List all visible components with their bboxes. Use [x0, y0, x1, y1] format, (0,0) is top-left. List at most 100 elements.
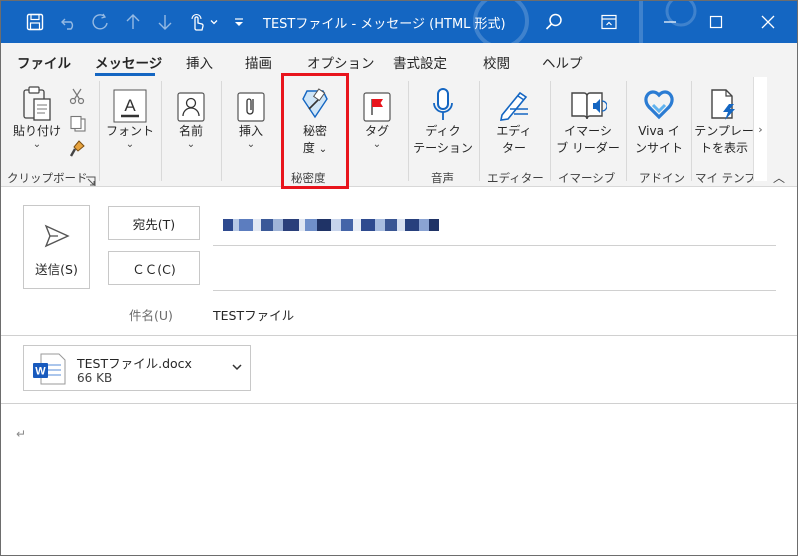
addins-group-label: アドイン: [639, 171, 685, 185]
ribbon-separator: [408, 81, 409, 181]
font-button[interactable]: A フォント ⌄: [103, 81, 157, 150]
voice-group-label: 音声: [431, 171, 454, 185]
attachment-size: 66 KB: [77, 371, 113, 385]
customize-toolbar-icon[interactable]: [231, 11, 247, 33]
tab-insert[interactable]: 挿入: [186, 52, 213, 72]
names-button[interactable]: 名前 ⌄: [165, 81, 217, 150]
svg-text:A: A: [124, 96, 136, 115]
viva-insights-icon: [641, 81, 677, 123]
search-icon[interactable]: [541, 11, 567, 33]
paragraph-mark: ↵: [16, 427, 27, 441]
view-templates-button[interactable]: テンプレー トを表示: [694, 81, 754, 157]
message-body[interactable]: [1, 405, 797, 555]
templates-icon: [708, 81, 740, 123]
attachment-card[interactable]: W TESTファイル.docx 66 KB: [23, 345, 251, 391]
ribbon-separator: [479, 81, 480, 181]
tab-help[interactable]: ヘルプ: [542, 52, 583, 72]
touch-mode-icon[interactable]: [185, 11, 209, 33]
active-tab-indicator: [95, 73, 155, 76]
cc-button[interactable]: ＣＣ(C): [108, 251, 200, 285]
editor-group-label: エディター: [487, 171, 544, 185]
ribbon-scroll-right-button[interactable]: ›: [753, 77, 767, 181]
subject-label: 件名(U): [129, 308, 173, 323]
immersive-reader-icon: [569, 81, 607, 123]
viva-insights-label-line1: Viva イ: [638, 124, 680, 138]
maximize-button[interactable]: [693, 1, 739, 43]
tab-file[interactable]: ファイル: [17, 52, 71, 72]
arrow-up-icon[interactable]: [121, 11, 145, 33]
editor-button[interactable]: エディ ター: [483, 81, 545, 157]
svg-text:W: W: [35, 366, 46, 378]
close-icon: [761, 15, 775, 29]
cc-input-field[interactable]: [213, 253, 776, 289]
tags-button[interactable]: タグ ⌄: [353, 81, 401, 150]
microphone-icon: [430, 81, 456, 123]
to-recipient-field[interactable]: [223, 219, 449, 231]
undo-icon[interactable]: [57, 11, 81, 33]
viva-insights-label-line2: ンサイト: [634, 141, 683, 155]
window-title: TESTファイル - メッセージ (HTML 形式): [263, 17, 506, 32]
my-templates-group-label: マイ テンプ: [695, 171, 756, 185]
send-button[interactable]: 送信(S): [23, 205, 90, 289]
names-dropdown-icon: ⌄: [186, 139, 196, 150]
immersive-group-label: イマーシブ: [558, 171, 616, 185]
immersive-reader-button[interactable]: イマーシ ブ リーダー: [554, 81, 622, 157]
ribbon-separator: [161, 81, 162, 181]
viva-insights-button[interactable]: Viva イ ンサイト: [630, 81, 688, 157]
ribbon-tab-bar: ファイル メッセージ 挿入 描画 オプション 書式設定 校閲 ヘルプ: [1, 43, 797, 77]
touch-mode-dropdown-icon[interactable]: [207, 11, 221, 33]
insert-dropdown-icon: ⌄: [246, 139, 256, 150]
send-icon: [44, 224, 70, 248]
chevron-right-icon: ›: [758, 122, 763, 136]
editor-label-line2: ター: [501, 141, 526, 155]
ribbon: 貼り付け ⌄ クリップボード A フォント ⌄ 名前 ⌄ 挿入 ⌄ 秘密 度 ⌄…: [1, 77, 797, 187]
send-label: 送信(S): [35, 262, 78, 277]
tab-format[interactable]: 書式設定: [393, 52, 447, 72]
paste-button[interactable]: 貼り付け ⌄: [9, 81, 65, 150]
font-dropdown-icon: ⌄: [125, 139, 135, 150]
arrow-down-icon[interactable]: [153, 11, 177, 33]
copy-icon[interactable]: [69, 115, 87, 137]
minimize-icon: [664, 21, 676, 23]
paperclip-icon: [236, 81, 266, 123]
editor-pen-icon: [496, 81, 532, 123]
tab-draw[interactable]: 描画: [245, 52, 272, 72]
editor-label-line1: エディ: [496, 124, 532, 138]
font-icon: A: [113, 81, 147, 123]
insert-button[interactable]: 挿入 ⌄: [225, 81, 277, 150]
minimize-button[interactable]: [647, 1, 693, 43]
close-button[interactable]: [745, 1, 791, 43]
dialog-launcher-icon[interactable]: [85, 172, 96, 191]
paste-dropdown-icon[interactable]: ⌄: [33, 140, 41, 150]
templates-label-line1: テンプレー: [694, 124, 754, 138]
address-book-icon: [176, 81, 206, 123]
ribbon-separator: [99, 81, 100, 181]
to-field-underline: [213, 245, 776, 246]
tags-label: タグ: [364, 124, 389, 138]
ribbon-separator: [691, 81, 692, 181]
tab-review[interactable]: 校閲: [483, 52, 510, 72]
clipboard-group-label: クリップボード: [7, 171, 88, 185]
tab-options[interactable]: オプション: [307, 52, 375, 72]
to-button[interactable]: 宛先(T): [108, 206, 200, 240]
paste-label: 貼り付け: [12, 124, 61, 138]
font-label: フォント: [105, 124, 154, 138]
cut-icon[interactable]: [69, 87, 85, 109]
word-document-icon: W: [33, 353, 66, 385]
paste-icon: [20, 81, 54, 123]
dictate-button[interactable]: ディク テーション: [412, 81, 474, 157]
ribbon-display-options-button[interactable]: [586, 1, 632, 43]
outlook-compose-window: TESTファイル - メッセージ (HTML 形式) ファイル メッセージ 挿入…: [0, 0, 798, 556]
ribbon-separator: [221, 81, 222, 181]
redo-icon[interactable]: [89, 11, 113, 33]
tab-message[interactable]: メッセージ: [95, 52, 162, 72]
tags-dropdown-icon: ⌄: [372, 139, 382, 150]
collapse-ribbon-icon[interactable]: ︿: [773, 169, 785, 186]
format-painter-icon[interactable]: [69, 139, 87, 163]
subject-input[interactable]: TESTファイル: [213, 305, 294, 324]
cc-field-underline: [213, 290, 776, 291]
save-icon[interactable]: [23, 11, 47, 33]
attachment-divider: [1, 403, 797, 404]
attachment-dropdown-icon[interactable]: [230, 360, 244, 374]
immersive-reader-label-line1: イマーシ: [564, 124, 612, 138]
